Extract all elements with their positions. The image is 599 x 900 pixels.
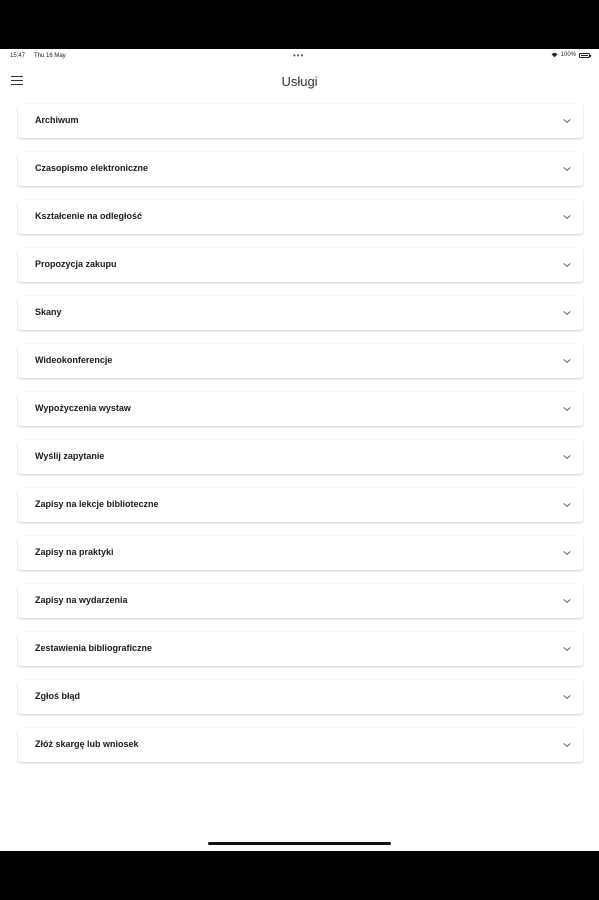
chevron-down-icon[interactable]: [563, 742, 571, 748]
service-item-label: Złóż skargę lub wniosek: [35, 739, 139, 749]
page-title: Usługi: [281, 74, 318, 89]
service-item[interactable]: Zapisy na lekcje biblioteczne: [18, 488, 583, 522]
service-item[interactable]: Wypożyczenia wystaw: [18, 392, 583, 426]
battery-percent: 100%: [560, 52, 576, 58]
nav-bar: Usługi: [0, 67, 599, 97]
service-item[interactable]: Kształcenie na odległość: [18, 200, 583, 234]
chevron-down-icon[interactable]: [563, 598, 571, 604]
service-item[interactable]: Złóż skargę lub wniosek: [18, 728, 583, 762]
service-item-label: Propozycja zakupu: [35, 259, 117, 269]
chevron-down-icon[interactable]: [563, 310, 571, 316]
service-item-label: Czasopismo elektroniczne: [35, 163, 149, 173]
status-date: Thu 16 May: [34, 53, 66, 59]
service-item[interactable]: Propozycja zakupu: [18, 248, 583, 282]
home-indicator[interactable]: [208, 842, 391, 845]
chevron-down-icon[interactable]: [563, 502, 571, 508]
services-list: Archiwum Czasopismo elektroniczne Kształce…: [18, 104, 583, 776]
service-item[interactable]: Wideokonferencje: [18, 344, 583, 378]
chevron-down-icon[interactable]: [563, 406, 571, 412]
chevron-down-icon[interactable]: [563, 550, 571, 556]
service-item-label: Kształcenie na odległość: [35, 211, 143, 221]
battery-icon: [579, 52, 591, 58]
status-indicators: 100%: [551, 52, 591, 58]
service-item-label: Archiwum: [35, 115, 79, 125]
service-item[interactable]: Zgłoś błąd: [18, 680, 583, 714]
chevron-down-icon[interactable]: [563, 262, 571, 268]
service-item-label: Zapisy na lekcje biblioteczne: [35, 499, 159, 509]
service-item[interactable]: Zapisy na praktyki: [18, 536, 583, 570]
chevron-down-icon[interactable]: [563, 358, 571, 364]
service-item-label: Zapisy na praktyki: [35, 547, 114, 557]
service-item[interactable]: Wyślij zapytanie: [18, 440, 583, 474]
chevron-down-icon[interactable]: [563, 118, 571, 124]
service-item[interactable]: Zestawienia bibliograficzne: [18, 632, 583, 666]
service-item[interactable]: Archiwum: [18, 104, 583, 138]
chevron-down-icon[interactable]: [563, 214, 571, 220]
service-item[interactable]: Skany: [18, 296, 583, 330]
chevron-down-icon[interactable]: [563, 454, 571, 460]
service-item-label: Wyślij zapytanie: [35, 451, 105, 461]
multitasking-dots-icon[interactable]: •••: [293, 51, 304, 60]
app-screen: 15:47 Thu 16 May ••• 100% Usługi Archiwu…: [0, 49, 599, 851]
service-item-label: Wypożyczenia wystaw: [35, 403, 131, 413]
service-item-label: Zapisy na wydarzenia: [35, 595, 128, 605]
service-item-label: Skany: [35, 307, 62, 317]
status-bar: 15:47 Thu 16 May ••• 100%: [0, 49, 599, 63]
service-item-label: Wideokonferencje: [35, 355, 113, 365]
chevron-down-icon[interactable]: [563, 646, 571, 652]
chevron-down-icon[interactable]: [563, 166, 571, 172]
service-item[interactable]: Zapisy na wydarzenia: [18, 584, 583, 618]
wifi-icon: [551, 53, 558, 58]
status-time: 15:47: [10, 53, 26, 59]
chevron-down-icon[interactable]: [563, 694, 571, 700]
service-item-label: Zestawienia bibliograficzne: [35, 643, 153, 653]
service-item-label: Zgłoś błąd: [35, 691, 80, 701]
service-item[interactable]: Czasopismo elektroniczne: [18, 152, 583, 186]
